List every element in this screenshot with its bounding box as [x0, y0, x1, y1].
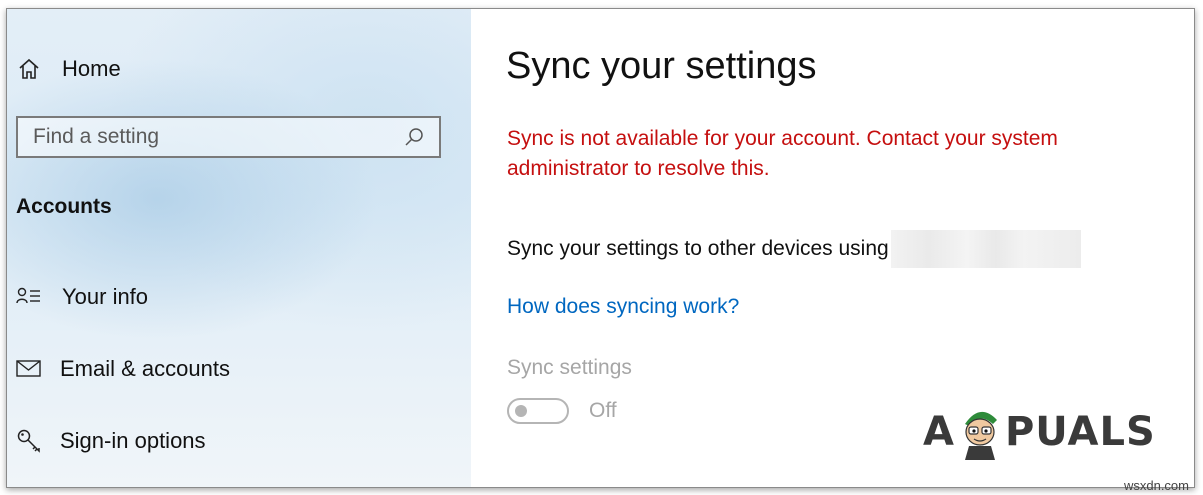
- sync-settings-label: Sync settings: [507, 356, 632, 379]
- section-title: Accounts: [16, 195, 112, 218]
- sync-toggle-group: Off: [507, 398, 617, 424]
- error-message: Sync is not available for your account. …: [507, 127, 1058, 180]
- sidebar: Home Accounts Your info Email & accounts: [7, 9, 471, 487]
- mail-icon: [16, 356, 42, 382]
- mascot-icon: [957, 404, 1003, 460]
- sidebar-item-home[interactable]: Home: [16, 56, 121, 82]
- page-title: Sync your settings: [506, 45, 817, 87]
- sync-settings-toggle[interactable]: [507, 398, 569, 424]
- main-content: Sync your settings Sync is not available…: [471, 9, 1194, 487]
- watermark: wsxdn.com: [1123, 478, 1189, 493]
- appuals-logo: A PUALS: [923, 404, 1156, 460]
- search-icon[interactable]: [399, 122, 429, 152]
- sidebar-item-label: Sign-in options: [60, 428, 206, 453]
- sidebar-item-label: Email & accounts: [60, 356, 230, 381]
- toggle-state-label: Off: [589, 399, 617, 422]
- sidebar-item-sign-in-options[interactable]: Sign-in options: [16, 428, 206, 454]
- sync-info: Sync your settings to other devices usin…: [507, 230, 1081, 268]
- logo-text-right: PUALS: [1004, 409, 1156, 455]
- redacted-account: [890, 230, 1081, 268]
- key-icon: [16, 428, 42, 454]
- sync-info-text: Sync your settings to other devices usin…: [507, 237, 889, 260]
- sidebar-item-label: Home: [62, 56, 121, 81]
- person-list-icon: [16, 284, 42, 310]
- settings-window: Home Accounts Your info Email & accounts: [6, 8, 1195, 488]
- logo-text-left: A: [923, 409, 955, 455]
- how-syncing-works-link[interactable]: How does syncing work?: [507, 295, 739, 319]
- sidebar-item-your-info[interactable]: Your info: [16, 284, 148, 310]
- sidebar-item-email-accounts[interactable]: Email & accounts: [16, 356, 230, 382]
- home-icon: [16, 56, 42, 82]
- toggle-knob: [515, 405, 527, 417]
- sidebar-item-label: Your info: [62, 284, 149, 309]
- search-input[interactable]: [18, 117, 399, 157]
- search-box[interactable]: [16, 116, 441, 158]
